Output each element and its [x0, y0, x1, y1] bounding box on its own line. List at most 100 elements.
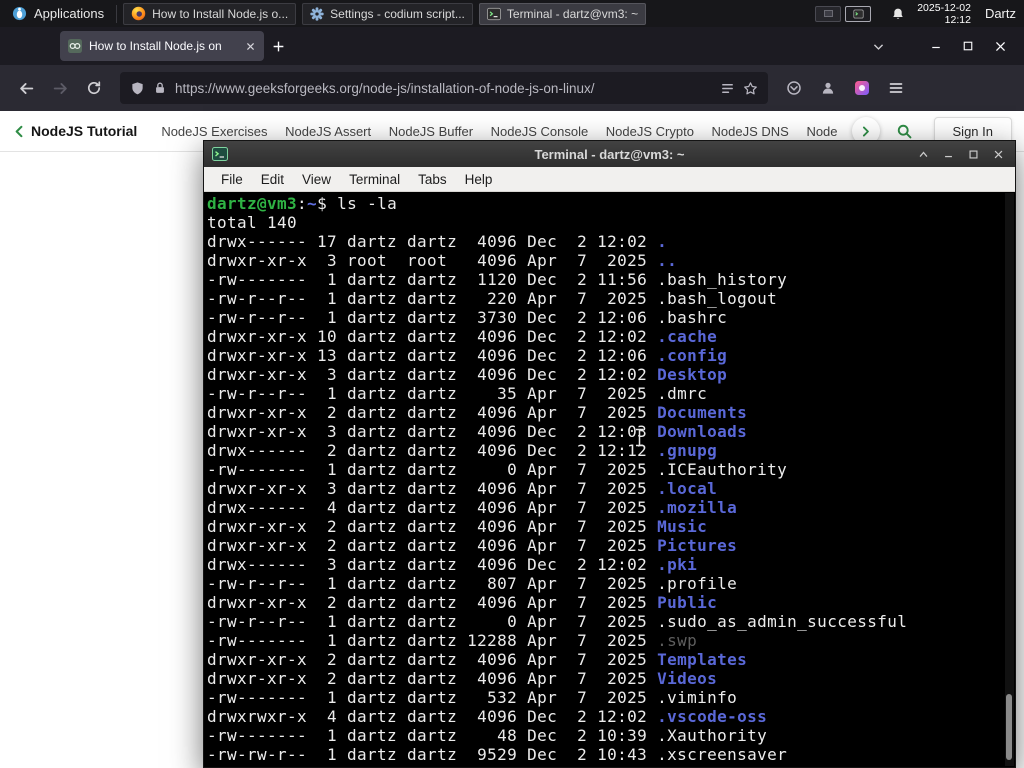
file-row: drwxr-xr-x 10 dartz dartz 4096 Dec 2 12:…	[207, 327, 1015, 346]
terminal-title: Terminal - dartz@vm3: ~	[534, 146, 685, 162]
bookmark-star-icon[interactable]	[743, 81, 758, 96]
file-name: Videos	[657, 669, 718, 688]
file-row: drwxr-xr-x 3 dartz dartz 4096 Dec 2 12:0…	[207, 365, 1015, 384]
lock-icon[interactable]	[153, 81, 167, 95]
menu-terminal[interactable]: Terminal	[340, 172, 409, 187]
site-nav-item[interactable]: NodeJS DNS	[712, 124, 789, 139]
back-arrow-icon	[19, 82, 33, 94]
notification-bell-button[interactable]	[885, 7, 911, 21]
file-name: .local	[657, 479, 718, 498]
site-nav-item[interactable]: NodeJS Buffer	[389, 124, 473, 139]
file-row: -rw------- 1 dartz dartz 1120 Dec 2 11:5…	[207, 270, 1015, 289]
menu-edit[interactable]: Edit	[252, 172, 293, 187]
close-icon	[995, 41, 1005, 51]
command-text: ls -la	[337, 194, 398, 213]
nav-prev-chevron-icon[interactable]	[12, 124, 27, 139]
file-row: drwx------ 2 dartz dartz 4096 Dec 2 12:1…	[207, 441, 1015, 460]
site-nav-item[interactable]: NodeJS Assert	[285, 124, 371, 139]
browser-close-button[interactable]	[984, 27, 1016, 65]
file-row: drwxrwxr-x 4 dartz dartz 4096 Dec 2 12:0…	[207, 707, 1015, 726]
url-bar[interactable]: https://www.geeksforgeeks.org/node-js/in…	[120, 72, 768, 104]
file-row: -rw-r--r-- 1 dartz dartz 220 Apr 7 2025 …	[207, 289, 1015, 308]
file-row: -rw-rw-r-- 1 dartz dartz 9529 Dec 2 10:4…	[207, 745, 1015, 764]
applications-menu-button[interactable]: Applications	[6, 0, 110, 27]
terminal-scrollbar[interactable]	[1005, 193, 1014, 766]
site-nav-item[interactable]: NodeJS Crypto	[606, 124, 694, 139]
terminal-shade-button[interactable]	[915, 146, 932, 163]
prompt-line: dartz@vm3:~$ ls -la	[207, 194, 398, 213]
file-row: drwx------ 4 dartz dartz 4096 Apr 7 2025…	[207, 498, 1015, 517]
file-name: .xscreensaver	[657, 745, 788, 764]
terminal-maximize-button[interactable]	[965, 146, 982, 163]
file-name: Downloads	[657, 422, 748, 441]
extension-button[interactable]	[846, 72, 878, 104]
terminal-scrollbar-thumb[interactable]	[1006, 694, 1012, 760]
file-name: Music	[657, 517, 708, 536]
total-line: total 140	[207, 213, 298, 232]
menu-file[interactable]: File	[212, 172, 252, 187]
prompt-user: dartz@vm3	[207, 194, 298, 213]
file-meta: drwxr-xr-x 2 dartz dartz 4096 Apr 7 2025	[207, 517, 658, 536]
account-button[interactable]	[812, 72, 844, 104]
reload-icon	[88, 81, 101, 95]
file-name: .	[657, 232, 668, 251]
forward-button[interactable]	[44, 72, 76, 104]
terminal-icon	[212, 147, 228, 161]
terminal-minimize-button[interactable]	[940, 146, 957, 163]
file-row: drwxr-xr-x 2 dartz dartz 4096 Apr 7 2025…	[207, 517, 1015, 536]
file-meta: drwxr-xr-x 3 dartz dartz 4096 Dec 2 12:0…	[207, 365, 658, 384]
browser-tab[interactable]: How to Install Node.js on	[60, 31, 264, 61]
list-all-tabs-button[interactable]	[864, 32, 892, 60]
file-name: .config	[657, 346, 728, 365]
tab-close-button[interactable]	[245, 41, 256, 52]
menu-help[interactable]: Help	[456, 172, 502, 187]
taskbar-item-settings[interactable]: Settings - codium script...	[302, 2, 473, 25]
file-meta: -rw-rw-r-- 1 dartz dartz 9529 Dec 2 10:4…	[207, 745, 658, 764]
new-tab-button[interactable]	[264, 32, 292, 60]
clock-date: 2025-12-02	[917, 1, 971, 14]
tracking-shield-icon[interactable]	[130, 81, 145, 96]
maximize-icon	[963, 41, 973, 51]
forward-arrow-icon	[53, 82, 67, 94]
menu-view[interactable]: View	[293, 172, 340, 187]
workspace-switcher	[815, 5, 872, 22]
file-row: -rw------- 1 dartz dartz 48 Dec 2 10:39 …	[207, 726, 1015, 745]
nav-next-chevron-icon	[862, 126, 869, 136]
reader-view-icon[interactable]	[720, 81, 735, 96]
workspace-2[interactable]	[845, 5, 872, 22]
taskbar-item-label: Settings - codium script...	[330, 6, 465, 21]
file-row: drwx------ 3 dartz dartz 4096 Dec 2 12:0…	[207, 555, 1015, 574]
browser-minimize-button[interactable]	[920, 27, 952, 65]
file-name: .Xauthority	[657, 726, 768, 745]
taskbar-item-terminal[interactable]: Terminal - dartz@vm3: ~	[478, 2, 647, 25]
site-nav-item[interactable]: NodeJS Console	[491, 124, 589, 139]
menu-button[interactable]	[880, 72, 912, 104]
reload-button[interactable]	[78, 72, 110, 104]
workspace-1[interactable]	[815, 5, 842, 22]
site-nav-item[interactable]: Node	[806, 124, 837, 139]
pocket-button[interactable]	[778, 72, 810, 104]
file-name: Templates	[657, 650, 748, 669]
prompt-path: ~	[307, 194, 318, 213]
file-name: .viminfo	[657, 688, 738, 707]
account-person-icon	[822, 82, 834, 94]
file-name: Documents	[657, 403, 748, 422]
file-meta: drwxr-xr-x 2 dartz dartz 4096 Apr 7 2025	[207, 593, 658, 612]
site-favicon-icon	[68, 39, 82, 53]
terminal-close-button[interactable]	[990, 146, 1007, 163]
terminal-titlebar[interactable]: Terminal - dartz@vm3: ~	[204, 141, 1015, 167]
terminal-menubar: File Edit View Terminal Tabs Help	[204, 167, 1015, 192]
site-nav-item[interactable]: NodeJS Exercises	[161, 124, 267, 139]
taskbar-item-browser[interactable]: How to Install Node.js o...	[123, 2, 297, 25]
top-panel: Applications How to Install Node.js o...…	[0, 0, 1024, 27]
firefox-icon	[131, 6, 146, 21]
file-name: .bash_history	[657, 270, 788, 289]
clock[interactable]: 2025-12-02 12:12	[917, 2, 971, 26]
menu-tabs[interactable]: Tabs	[409, 172, 456, 187]
browser-maximize-button[interactable]	[952, 27, 984, 65]
applications-label: Applications	[34, 6, 105, 21]
back-button[interactable]	[10, 72, 42, 104]
settings-gear-icon	[310, 6, 324, 21]
site-nav-title[interactable]: NodeJS Tutorial	[31, 123, 137, 139]
file-row: -rw-r--r-- 1 dartz dartz 0 Apr 7 2025 .s…	[207, 612, 1015, 631]
